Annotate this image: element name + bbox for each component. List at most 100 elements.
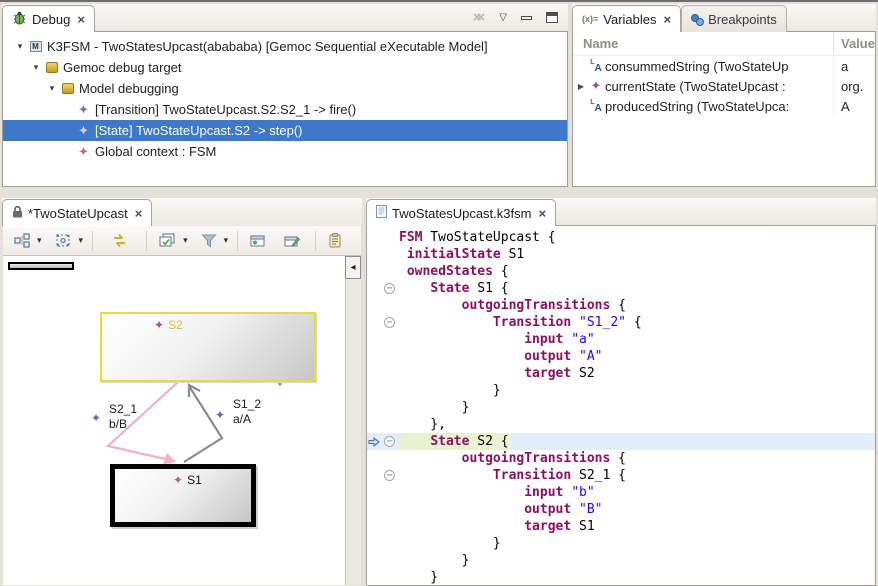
code-line[interactable]: target S2 [367, 365, 875, 382]
variable-name: currentState (TwoStateUpcast : [605, 79, 786, 94]
code-line[interactable]: outgoingTransitions { [367, 450, 875, 467]
variable-name: consummedString (TwoStateUp [605, 59, 789, 74]
code-line-text: } [399, 552, 469, 569]
state-s1-label[interactable]: S1 [187, 473, 202, 487]
variable-row[interactable]: LAproducedString (TwoStateUpca:A [573, 96, 875, 116]
code-line[interactable]: } [367, 552, 875, 569]
tab-debug-close-icon[interactable]: × [77, 12, 85, 27]
variables-view: (x)= Variables × Breakpoints Name Value … [572, 4, 876, 187]
launch-model-icon: M [27, 41, 44, 52]
tab-variables-close-icon[interactable]: × [664, 12, 672, 27]
debug-tree-item[interactable]: ✦[State] TwoStateUpcast.S2 -> step() [3, 120, 567, 141]
fold-collapse-icon[interactable]: − [380, 280, 399, 297]
code-line[interactable]: initialState S1 [367, 246, 875, 263]
expander-icon[interactable]: ▾ [13, 41, 27, 52]
fold-gutter [380, 450, 399, 467]
edge-right-io-label[interactable]: a/A [233, 412, 251, 426]
debug-view-tabbar: Debug × ×× ▽ [2, 4, 568, 32]
view-menu-icon[interactable]: ▽ [499, 12, 507, 23]
code-line[interactable]: output "B" [367, 501, 875, 518]
edit-properties-icon[interactable] [281, 232, 303, 250]
state-s1-node[interactable]: ✦ S1 [110, 464, 256, 527]
fold-collapse-icon[interactable]: − [380, 433, 399, 450]
debug-tree-item[interactable]: ▾Model debugging [3, 78, 567, 99]
tab-k3fsm-file[interactable]: TwoStatesUpcast.k3fsm × [366, 199, 556, 226]
remove-terminated-icon[interactable]: ×× [473, 9, 486, 26]
code-line[interactable]: ownedStates { [367, 263, 875, 280]
tab-variables[interactable]: (x)= Variables × [572, 5, 681, 32]
code-line[interactable]: } [367, 382, 875, 399]
column-header-name[interactable]: Name [573, 32, 834, 55]
thread-icon [59, 83, 76, 94]
code-line[interactable]: } [367, 569, 875, 586]
tab-diagram-close-icon[interactable]: × [135, 206, 143, 221]
code-line[interactable]: − State S2 { [367, 433, 875, 450]
fold-collapse-icon[interactable]: − [380, 467, 399, 484]
expander-icon[interactable]: ▶ [575, 82, 587, 91]
expander-icon[interactable]: ▾ [29, 62, 43, 73]
state-s2-label-group: ✦ S2 [154, 318, 183, 332]
code-line[interactable]: outgoingTransitions { [367, 297, 875, 314]
state-s2-label[interactable]: S2 [168, 318, 183, 332]
code-line[interactable]: target S1 [367, 518, 875, 535]
filter-dropdown-icon[interactable]: ▾ [224, 235, 229, 246]
edge-s1-to-s2[interactable] [184, 386, 222, 462]
code-editor: TwoStatesUpcast.k3fsm × FSM TwoStateUpca… [366, 198, 876, 586]
code-line[interactable]: input "a" [367, 331, 875, 348]
code-line-text: } [399, 569, 438, 586]
variable-name-cell: LAproducedString (TwoStateUpca: [573, 96, 834, 116]
code-line[interactable]: } [367, 535, 875, 552]
fold-collapse-icon[interactable]: − [380, 314, 399, 331]
expander-icon[interactable]: ▾ [45, 83, 59, 94]
code-line[interactable]: − State S1 { [367, 280, 875, 297]
edge-left-name-label[interactable]: S2_1 [109, 402, 137, 416]
maximize-icon[interactable] [546, 12, 558, 23]
fold-gutter [380, 246, 399, 263]
stack-frame-icon: ✦ [75, 102, 92, 118]
layers-icon[interactable] [156, 231, 179, 250]
column-header-value[interactable]: Value [834, 36, 875, 51]
code-line[interactable]: FSM TwoStateUpcast { [367, 229, 875, 246]
code-line-text: output "A" [399, 348, 603, 365]
show-properties-icon[interactable] [247, 232, 269, 250]
code-line[interactable]: − Transition "S1_2" { [367, 314, 875, 331]
variable-name-cell: ▶✦currentState (TwoStateUpcast : [573, 76, 834, 96]
refresh-icon[interactable] [108, 231, 131, 250]
variable-row[interactable]: LAconsummedString (TwoStateUpa [573, 56, 875, 76]
filter-icon[interactable] [198, 231, 220, 250]
state-s2-node[interactable]: ✦ S2 [100, 312, 316, 382]
tab-k3fsm-close-icon[interactable]: × [538, 206, 546, 221]
variables-table-header: Name Value [573, 32, 875, 56]
layout-icon[interactable] [11, 231, 33, 250]
string-variable-icon: LA [587, 99, 605, 114]
edge-left-io-label[interactable]: b/B [109, 417, 127, 431]
code-line[interactable]: }, [367, 416, 875, 433]
debug-tree-item[interactable]: ✦[Transition] TwoStateUpcast.S2.S2_1 -> … [3, 99, 567, 120]
arrange-dropdown-icon[interactable]: ▾ [79, 235, 84, 246]
code-line[interactable]: − Transition S2_1 { [367, 467, 875, 484]
annotation-gutter [367, 416, 380, 433]
variable-row[interactable]: ▶✦currentState (TwoStateUpcast :org. [573, 76, 875, 96]
edge-right-name-label[interactable]: S1_2 [233, 397, 261, 411]
diagram-canvas[interactable]: ✦ S2_1 b/B ✦ S1_2 a/A ✦ S2 ✦ S1 [3, 256, 346, 585]
arrange-selection-icon[interactable] [52, 231, 75, 250]
debug-tree-item[interactable]: ▾Gemoc debug target [3, 57, 567, 78]
debug-tree-item-label: K3FSM - TwoStatesUpcast(abababa) [Gemoc … [47, 39, 488, 54]
debug-tree-item[interactable]: ✦Global context : FSM [3, 141, 567, 162]
minimize-icon[interactable] [521, 16, 532, 20]
code-line[interactable]: output "A" [367, 348, 875, 365]
tab-breakpoints-label: Breakpoints [708, 12, 777, 27]
fold-gutter [380, 518, 399, 535]
tab-debug[interactable]: Debug × [2, 5, 95, 32]
palette-expand-button[interactable]: ◂ [345, 256, 361, 279]
clipboard-icon[interactable] [325, 231, 345, 250]
code-line[interactable]: input "b" [367, 484, 875, 501]
tab-breakpoints[interactable]: Breakpoints [681, 5, 787, 32]
layout-dropdown-icon[interactable]: ▾ [37, 235, 42, 246]
tab-diagram[interactable]: *TwoStateUpcast × [2, 199, 152, 226]
code-lines[interactable]: FSM TwoStateUpcast { initialState S1 own… [367, 226, 875, 585]
debug-tree-item[interactable]: ▾MK3FSM - TwoStatesUpcast(abababa) [Gemo… [3, 36, 567, 57]
layers-dropdown-icon[interactable]: ▾ [183, 235, 188, 246]
annotation-gutter [367, 518, 380, 535]
code-line[interactable]: } [367, 399, 875, 416]
